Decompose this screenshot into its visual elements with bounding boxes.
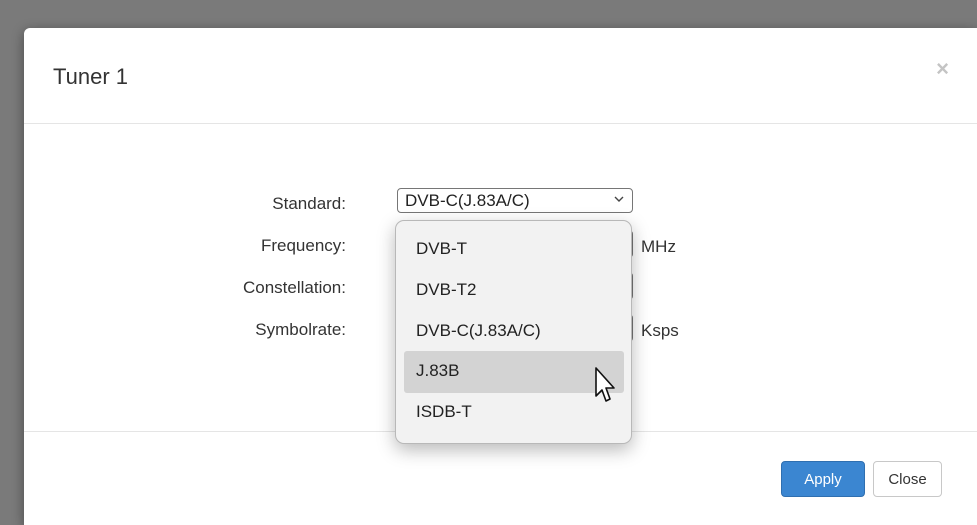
symbolrate-label: Symbolrate: [255,320,346,339]
close-icon[interactable]: × [936,58,949,80]
dialog-header: Tuner 1 × [24,28,977,124]
standard-label: Standard: [272,194,346,213]
dialog-footer: Apply Close [24,431,977,525]
standard-dropdown-list: DVB-T DVB-T2 DVB-C(J.83A/C) J.83B ISDB-T [395,220,632,444]
frequency-unit: MHz [641,237,676,256]
option-dvb-t[interactable]: DVB-T [404,229,624,271]
option-isdb-t[interactable]: ISDB-T [404,392,624,434]
close-button[interactable]: Close [873,461,942,497]
dialog-title: Tuner 1 [53,64,129,89]
constellation-label: Constellation: [242,278,346,297]
chevron-down-icon [614,192,624,206]
option-dvb-t2[interactable]: DVB-T2 [404,270,624,312]
apply-button[interactable]: Apply [781,461,865,497]
symbolrate-unit: Ksps [641,321,679,340]
frequency-label: Frequency: [260,236,346,255]
mouse-cursor-icon [594,366,618,406]
option-dvb-c[interactable]: DVB-C(J.83A/C) [404,311,624,353]
standard-select[interactable]: DVB-C(J.83A/C) [397,188,633,213]
option-j83b[interactable]: J.83B [404,351,624,393]
standard-select-value: DVB-C(J.83A/C) [405,191,530,210]
